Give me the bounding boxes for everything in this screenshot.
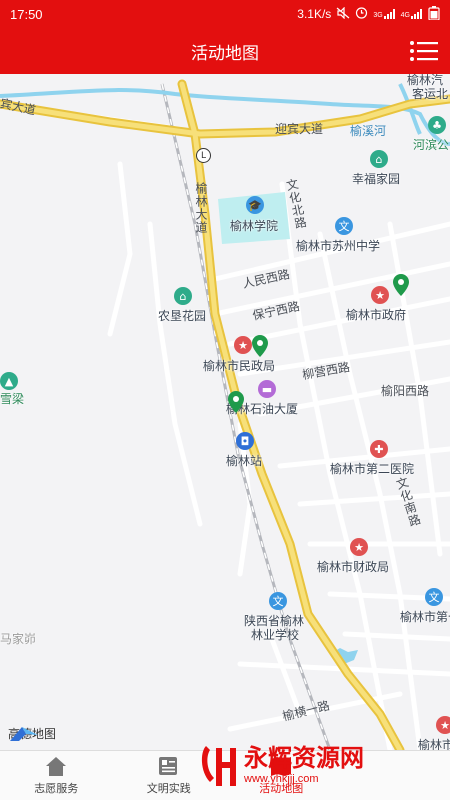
road-label-yingbin: 迎宾大道 — [275, 122, 324, 136]
label-kezhan-2: 客运北 — [412, 87, 449, 101]
school-icon-suzhou[interactable]: 文 — [335, 217, 353, 235]
label-nongken-huayuan: 农垦花园 — [158, 309, 207, 323]
home-icon — [46, 757, 67, 776]
government-icon-zhengfu[interactable]: ★ — [371, 286, 389, 304]
hospital-icon-dier[interactable]: ✚ — [370, 440, 388, 458]
status-icons: 3.1K/s 3G 4G — [297, 5, 440, 23]
net-speed: 3.1K/s — [297, 7, 332, 21]
label-yulin-edge: 榆林市 — [418, 738, 450, 750]
tab-volunteer-service[interactable]: 志愿服务 — [0, 751, 113, 800]
tab-label-practice: 文明实践 — [146, 782, 191, 795]
watermark-url: www.yhkjjj.com — [244, 772, 319, 785]
signal-4g-icon: 4G — [401, 9, 423, 19]
label-suzhou-zhongxue: 榆林市苏州中学 — [296, 239, 381, 253]
signal-3g-label: 3G — [373, 12, 383, 19]
status-time: 17:50 — [10, 6, 43, 22]
school-icon-yulin-xueyuan[interactable]: 🎓 — [246, 196, 264, 214]
label-yulin-zhan: 榆林站 — [226, 454, 263, 468]
hotel-icon-shiyou[interactable]: ▬ — [258, 380, 276, 398]
mountain-icon-xueliang: ▲ — [0, 372, 18, 390]
road-label-yulin-dadao: 榆林大道 — [194, 182, 208, 234]
battery-icon — [428, 5, 440, 23]
label-xingfu-jiayuan: 幸福家园 — [352, 172, 401, 186]
residence-icon-nongken[interactable]: ⌂ — [174, 287, 192, 305]
menu-button[interactable] — [408, 36, 440, 66]
label-linye-xuexiao-line2: 林业学校 — [251, 628, 300, 642]
mute-icon — [336, 6, 350, 22]
watermark-text: 永辉资源网 — [244, 743, 364, 772]
amap-logo-icon — [10, 727, 38, 741]
amap-logo: 高德地图 — [8, 725, 56, 742]
label-yulin-xueyuan: 榆林学院 — [230, 219, 279, 233]
label-minzheng-ju: 榆林市民政局 — [203, 359, 276, 373]
government-icon-caizheng[interactable]: ★ — [350, 538, 368, 556]
park-icon-hebin[interactable]: ♣ — [428, 116, 446, 134]
status-bar: 17:50 3.1K/s 3G 4G — [0, 0, 450, 28]
label-jiacha: 马家峁 — [0, 632, 37, 646]
signal-3g-icon: 3G — [373, 9, 395, 19]
signal-4g-label: 4G — [400, 12, 410, 19]
watermark-logo-icon — [201, 746, 236, 786]
activity-pin-icon[interactable] — [252, 335, 268, 357]
title-bar: 活动地图 — [0, 28, 450, 74]
residence-icon-xingfu[interactable]: ⌂ — [370, 150, 388, 168]
government-icon-minzheng[interactable]: ★ — [234, 336, 252, 354]
road-label-yuyang-xi: 榆阳西路 — [381, 384, 430, 398]
news-icon — [158, 757, 177, 775]
metro-icon: L — [196, 148, 211, 163]
activity-pin-icon[interactable] — [228, 391, 244, 413]
label-caizheng-ju: 榆林市财政局 — [317, 560, 390, 574]
tab-label-volunteer: 志愿服务 — [34, 782, 79, 795]
alarm-icon — [355, 6, 368, 22]
activity-pin-icon[interactable] — [393, 274, 409, 296]
label-shi-zhengfu: 榆林市政府 — [346, 308, 407, 322]
school-icon-shidi[interactable]: 文 — [425, 588, 443, 606]
school-icon-linye[interactable]: 文 — [269, 592, 287, 610]
watermark: 永辉资源网 www.yhkjjj.com — [200, 742, 364, 788]
list-menu-icon — [410, 41, 438, 61]
label-xueliang: 雪梁 — [0, 392, 25, 406]
label-yulin-shidi: 榆林市第七 — [400, 610, 450, 624]
label-dier-yiyuan: 榆林市第二医院 — [330, 462, 415, 476]
government-icon-edge[interactable]: ★ — [436, 716, 450, 734]
road-label-yuxi-he: 榆溪河 — [350, 124, 387, 138]
map-view[interactable]: 宾大道 迎宾大道 榆溪河 榆林大道 文化北路 人民西路 保宁西路 柳营西路 榆阳… — [0, 74, 450, 750]
train-station-icon[interactable]: ◘ — [236, 432, 254, 450]
page-title: 活动地图 — [191, 43, 259, 64]
label-hebin: 河滨公 — [413, 138, 450, 152]
